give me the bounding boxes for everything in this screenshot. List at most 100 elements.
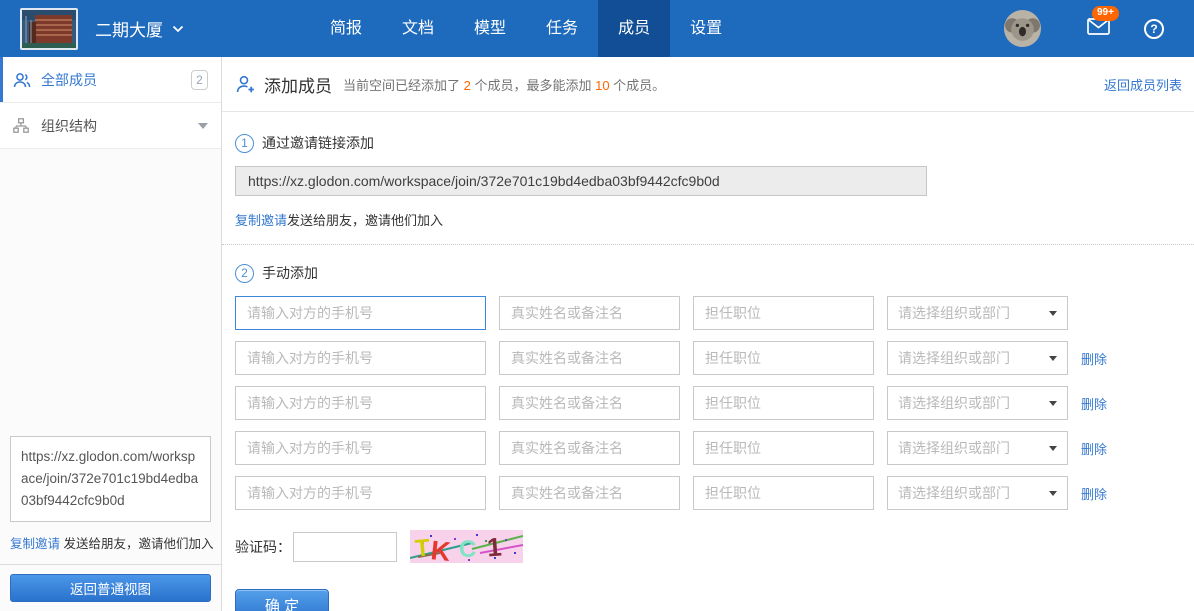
phone-input[interactable] [235, 296, 486, 330]
manual-add-section-title: 手动添加 [262, 263, 318, 283]
chevron-down-icon [172, 25, 184, 33]
member-row-5: 请选择组织或部门 删除 [235, 476, 1180, 510]
phone-input[interactable] [235, 386, 486, 420]
section-number-2: 2 [235, 264, 254, 283]
invite-url-field[interactable] [235, 166, 927, 196]
nav-tab-briefing[interactable]: 简报 [310, 0, 382, 57]
copy-invite-hint: 发送给朋友，邀请他们加入 [287, 213, 443, 228]
captcha-char: C [459, 536, 476, 563]
main-body: 1 通过邀请链接添加 复制邀请发送给朋友，邀请他们加入 2 手动添加 [222, 112, 1194, 611]
workspace-logo[interactable] [20, 8, 78, 50]
org-tree-icon [13, 118, 31, 133]
main-panel: 添加成员 当前空间已经添加了 2 个成员，最多能添加 10 个成员。 返回成员列… [222, 57, 1194, 611]
app-window: 二期大厦 简报 文档 模型 任务 成员 设置 [0, 0, 1194, 611]
select-caret-icon [1049, 491, 1057, 496]
nav-tab-documents[interactable]: 文档 [382, 0, 454, 57]
position-input[interactable] [693, 341, 874, 375]
users-icon [13, 72, 31, 88]
phone-input[interactable] [235, 431, 486, 465]
position-input[interactable] [693, 431, 874, 465]
sidebar-spacer [0, 149, 221, 436]
current-member-count: 2 [464, 78, 471, 93]
select-caret-icon [1049, 401, 1057, 406]
delete-row-link[interactable]: 删除 [1081, 394, 1107, 413]
add-member-icon [235, 74, 256, 95]
position-input[interactable] [693, 296, 874, 330]
sidebar-footer: 返回普通视图 [0, 564, 221, 611]
sidebar-item-label: 组织结构 [41, 116, 97, 136]
invite-link-section-header: 1 通过邀请链接添加 [235, 133, 1180, 153]
notifications-button[interactable]: 99+ [1087, 18, 1110, 40]
nav-tab-tasks[interactable]: 任务 [526, 0, 598, 57]
workspace-switcher[interactable]: 二期大厦 [95, 16, 184, 41]
sidebar-copy-invite-link[interactable]: 复制邀请 [10, 537, 60, 551]
section-divider [222, 244, 1194, 245]
member-row-3: 请选择组织或部门 删除 [235, 386, 1180, 420]
sidebar-copy-invite-line: 复制邀请 发送给朋友，邀请他们加入 [0, 533, 221, 564]
org-select[interactable]: 请选择组织或部门 [887, 386, 1068, 420]
workspace-name: 二期大厦 [95, 16, 163, 41]
manual-add-rows: 请选择组织或部门 请选择组织或部门 删除 请选择组织或部门 [235, 296, 1180, 510]
org-select[interactable]: 请选择组织或部门 [887, 431, 1068, 465]
sidebar: 全部成员 2 组织结构 https://xz.glodon.com/worksp… [0, 57, 222, 611]
top-header: 二期大厦 简报 文档 模型 任务 成员 设置 [0, 0, 1194, 57]
delete-row-link[interactable]: 删除 [1081, 484, 1107, 503]
page-title: 添加成员 [264, 72, 332, 97]
member-count-badge: 2 [191, 70, 208, 90]
invite-link-section-title: 通过邀请链接添加 [262, 133, 374, 153]
sidebar-invite-url-box[interactable]: https://xz.glodon.com/workspace/join/372… [10, 436, 211, 522]
copy-invite-line: 复制邀请发送给朋友，邀请他们加入 [235, 210, 1180, 229]
help-icon[interactable]: ? [1144, 19, 1164, 39]
member-row-2: 请选择组织或部门 删除 [235, 341, 1180, 375]
main-nav: 简报 文档 模型 任务 成员 设置 [310, 0, 742, 57]
back-to-member-list-link[interactable]: 返回成员列表 [1104, 75, 1182, 94]
max-member-count: 10 [595, 78, 609, 93]
copy-invite-link[interactable]: 复制邀请 [235, 213, 287, 228]
captcha-label: 验证码： [235, 537, 291, 557]
captcha-char: K [429, 535, 452, 563]
sidebar-item-all-members[interactable]: 全部成员 2 [0, 57, 221, 103]
manual-add-section-header: 2 手动添加 [235, 263, 1180, 283]
org-select[interactable]: 请选择组织或部门 [887, 476, 1068, 510]
nav-tab-members[interactable]: 成员 [598, 0, 670, 57]
caret-down-icon [198, 123, 208, 129]
back-to-normal-view-button[interactable]: 返回普通视图 [10, 574, 211, 602]
select-caret-icon [1049, 356, 1057, 361]
nav-tab-models[interactable]: 模型 [454, 0, 526, 57]
name-input[interactable] [499, 341, 680, 375]
name-input[interactable] [499, 296, 680, 330]
notification-count-badge: 99+ [1092, 6, 1119, 21]
section-number-1: 1 [235, 134, 254, 153]
phone-input[interactable] [235, 476, 486, 510]
member-count-summary: 当前空间已经添加了 2 个成员，最多能添加 10 个成员。 [343, 75, 665, 94]
avatar-image [1004, 10, 1041, 47]
member-row-1: 请选择组织或部门 [235, 296, 1180, 330]
name-input[interactable] [499, 386, 680, 420]
name-input[interactable] [499, 476, 680, 510]
nav-tab-settings[interactable]: 设置 [670, 0, 742, 57]
delete-row-link[interactable]: 删除 [1081, 439, 1107, 458]
main-header: 添加成员 当前空间已经添加了 2 个成员，最多能添加 10 个成员。 返回成员列… [222, 57, 1194, 112]
sidebar-item-label: 全部成员 [41, 70, 97, 90]
phone-input[interactable] [235, 341, 486, 375]
org-select[interactable]: 请选择组织或部门 [887, 341, 1068, 375]
captcha-image: T K C 1 [410, 530, 523, 563]
captcha-char: T [414, 534, 431, 562]
org-select[interactable]: 请选择组织或部门 [887, 296, 1068, 330]
select-caret-icon [1049, 446, 1057, 451]
captcha-row: 验证码： T K C [235, 530, 1180, 563]
member-row-4: 请选择组织或部门 删除 [235, 431, 1180, 465]
header-actions: 99+ ? [1004, 10, 1194, 47]
sidebar-item-org-structure[interactable]: 组织结构 [0, 103, 221, 149]
name-input[interactable] [499, 431, 680, 465]
help-glyph: ? [1150, 22, 1157, 36]
delete-row-link[interactable]: 删除 [1081, 349, 1107, 368]
sidebar-copy-invite-hint: 发送给朋友，邀请他们加入 [60, 537, 213, 551]
building-photo [22, 10, 76, 48]
position-input[interactable] [693, 476, 874, 510]
captcha-input[interactable] [293, 532, 397, 562]
user-avatar[interactable] [1004, 10, 1041, 47]
position-input[interactable] [693, 386, 874, 420]
confirm-button[interactable]: 确 定 [235, 589, 329, 611]
captcha-char: 1 [486, 532, 503, 563]
